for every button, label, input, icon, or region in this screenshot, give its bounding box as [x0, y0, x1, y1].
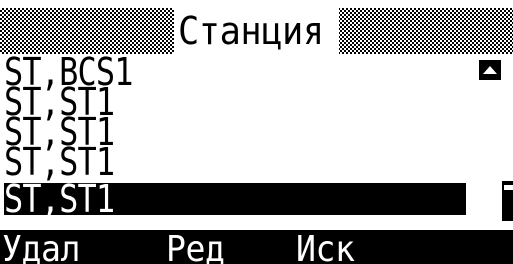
page-title: Станция: [174, 8, 339, 54]
search-softkey[interactable]: Иск: [296, 230, 360, 264]
search-softkey-label: Иск: [296, 229, 355, 264]
edit-softkey[interactable]: Ред: [166, 230, 230, 264]
page-title-label: Станция: [178, 9, 324, 53]
edit-softkey-label: Ред: [166, 229, 225, 264]
scrollbar-thumb-icon[interactable]: [502, 181, 513, 221]
softkey-bar: Удал Ред Иск: [0, 230, 513, 264]
list-item[interactable]: ST,ST1: [4, 140, 135, 184]
delete-softkey[interactable]: Удал: [2, 230, 87, 264]
list-item-label: ST,ST1: [4, 140, 115, 184]
list-item-selected[interactable]: ST,ST1: [4, 177, 466, 221]
instrument-screen: Станция ST,BCS1 ST,ST1 ST,ST1 ST,ST1 ST,…: [0, 0, 513, 264]
list-item-label: ST,ST1: [4, 177, 115, 221]
delete-softkey-label: Удал: [2, 229, 80, 264]
scroll-up-icon[interactable]: [479, 60, 501, 80]
